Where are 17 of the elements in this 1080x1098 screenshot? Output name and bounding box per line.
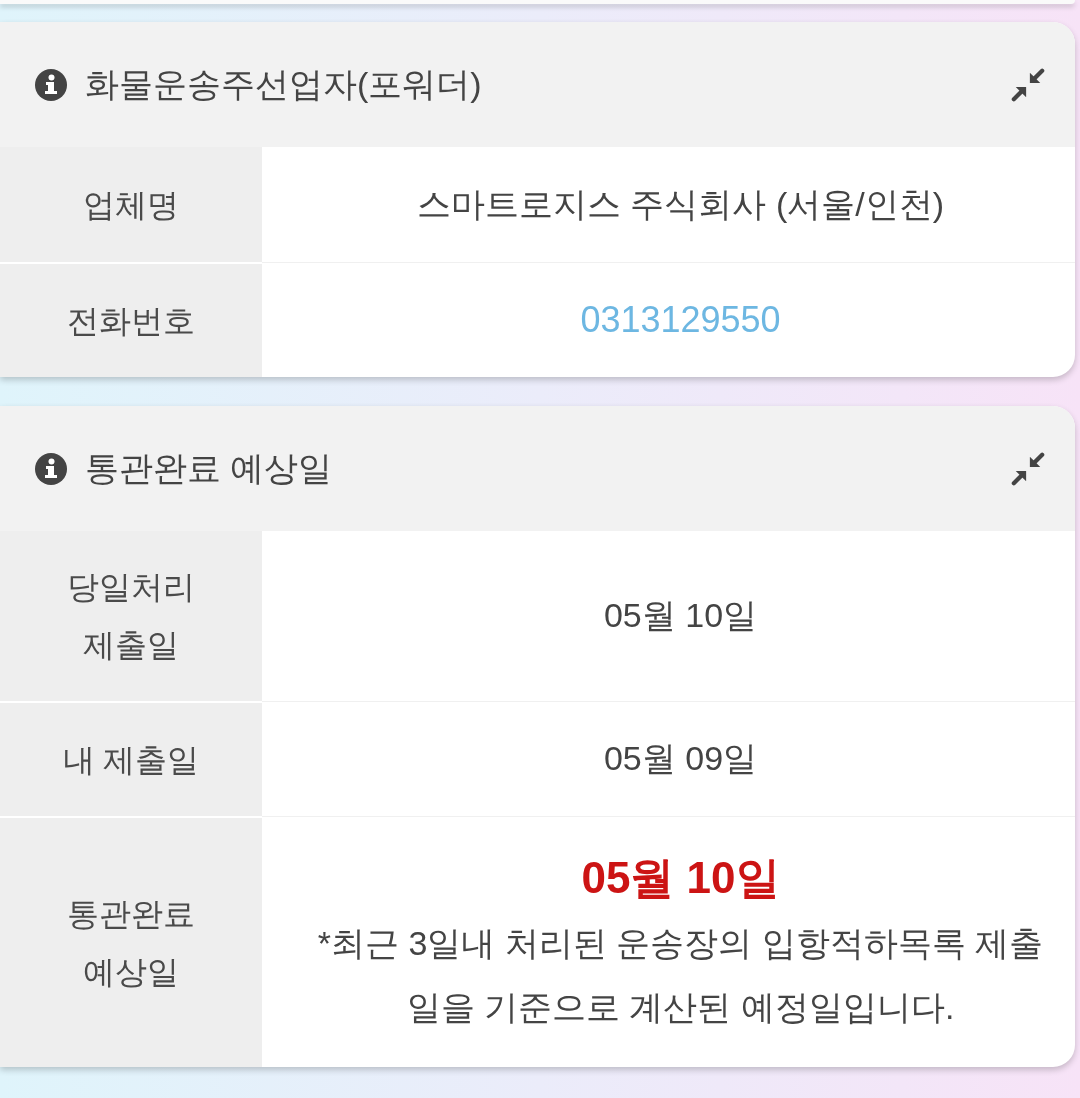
- card-title: 통관완료 예상일: [85, 447, 334, 489]
- row-label: 내 제출일: [0, 701, 262, 816]
- card-title: 화물운송주선업자(포워더): [85, 63, 483, 105]
- collapse-icon[interactable]: [1011, 67, 1045, 102]
- row-label: 전화번호: [0, 262, 262, 377]
- collapse-icon[interactable]: [1011, 451, 1045, 486]
- row-value: 05월 09일: [603, 738, 758, 779]
- row-label: 업체명: [0, 147, 262, 262]
- phone-link[interactable]: 0313129550: [580, 299, 781, 341]
- date-note: *최근 3일내 처리된 운송장의 입항적하목록 제출일을 기준으로 계산된 예정일입니다.: [316, 923, 1045, 1028]
- info-icon: [35, 68, 67, 101]
- row-label: 당일처리 제출일: [0, 531, 262, 701]
- expected-date: 05월 10일: [581, 852, 780, 904]
- row-label: 통관완료 예상일: [0, 816, 262, 1067]
- info-icon: [35, 452, 67, 485]
- row-value: 05월 10일: [603, 595, 758, 636]
- row-value: 스마트로지스 주식회사 (서울/인천): [417, 183, 944, 225]
